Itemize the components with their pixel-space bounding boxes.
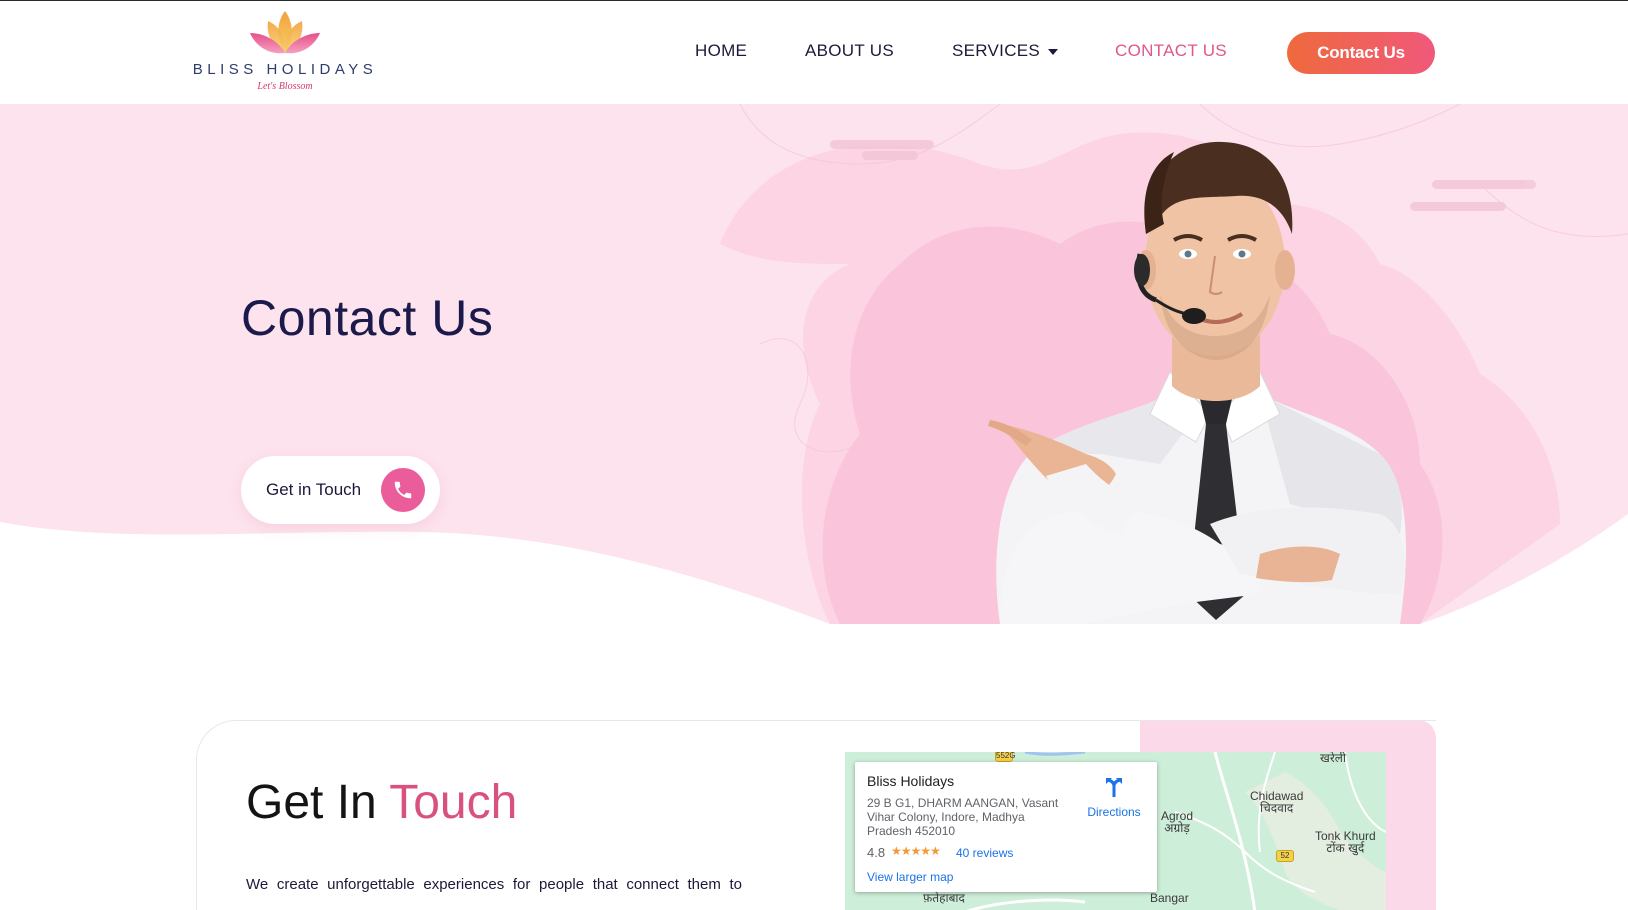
google-map-embed[interactable]: 552G 52 खरेली Chidawad चिदवाद Agrod अग्रोड… <box>845 752 1386 910</box>
section-title-part1: Get In <box>246 776 377 829</box>
nav-services-label: SERVICES <box>952 41 1041 60</box>
lotus-icon <box>250 11 320 54</box>
brand-logo[interactable]: BLISS HOLIDAYS Let's Blossom <box>190 7 380 93</box>
directions-button[interactable]: Directions <box>1082 772 1146 819</box>
phone-icon <box>381 468 425 512</box>
caret-down-icon <box>1048 48 1059 55</box>
brand-name: BLISS HOLIDAYS <box>192 61 378 78</box>
get-in-touch-button[interactable]: Get in Touch <box>241 456 440 524</box>
nav-contact-us[interactable]: CONTACT US <box>1115 41 1227 61</box>
map-place-label: Chidawad चिदवाद <box>1250 790 1303 814</box>
road-badge-52: 52 <box>1276 850 1294 862</box>
star-rating-icon: ★★★★★ <box>891 844 941 858</box>
map-place-label: फ़तेहाबाद <box>923 891 965 905</box>
map-place-address: 29 B G1, DHARM AANGAN, Vasant Vihar Colo… <box>867 796 1059 838</box>
site-header: BLISS HOLIDAYS Let's Blossom HOME ABOUT … <box>0 0 1628 104</box>
map-place-label: Tonk Khurd टोंक खुर्द <box>1315 830 1376 854</box>
nav-about-us[interactable]: ABOUT US <box>805 41 894 61</box>
section-title: Get In Touch <box>246 775 517 830</box>
map-place-label: खरेली <box>1320 752 1346 765</box>
map-rating-value: 4.8 <box>867 845 886 860</box>
map-place-name-hi: अग्रोड़ <box>1164 821 1190 835</box>
map-reviews-link[interactable]: 40 reviews <box>956 846 1013 860</box>
contact-us-button[interactable]: Contact Us <box>1287 32 1435 74</box>
map-place-card: Bliss Holidays 29 B G1, DHARM AANGAN, Va… <box>855 762 1157 892</box>
hero-section: Contact Us Get in Touch <box>0 104 1628 624</box>
map-place-name-hi: टोंक खुर्द <box>1326 841 1365 855</box>
directions-icon <box>1106 778 1122 797</box>
nav-home[interactable]: HOME <box>695 41 747 61</box>
directions-label: Directions <box>1087 805 1141 819</box>
page-title: Contact Us <box>241 290 494 346</box>
map-place-label: Bangar <box>1150 891 1189 905</box>
get-in-touch-label: Get in Touch <box>266 480 362 499</box>
support-agent-image <box>988 141 1406 624</box>
brand-tagline: Let's Blossom <box>257 81 313 92</box>
map-place-title: Bliss Holidays <box>867 773 955 789</box>
map-place-label: Agrod अग्रोड़ <box>1161 810 1193 834</box>
map-place-name-hi: चिदवाद <box>1260 801 1294 815</box>
nav-services[interactable]: SERVICES <box>952 41 1059 61</box>
road-badge-552g: 552G <box>995 752 1016 762</box>
section-title-part2: Touch <box>389 776 518 829</box>
view-larger-map-link[interactable]: View larger map <box>867 870 953 884</box>
section-paragraph: We create unforgettable experiences for … <box>246 876 742 893</box>
